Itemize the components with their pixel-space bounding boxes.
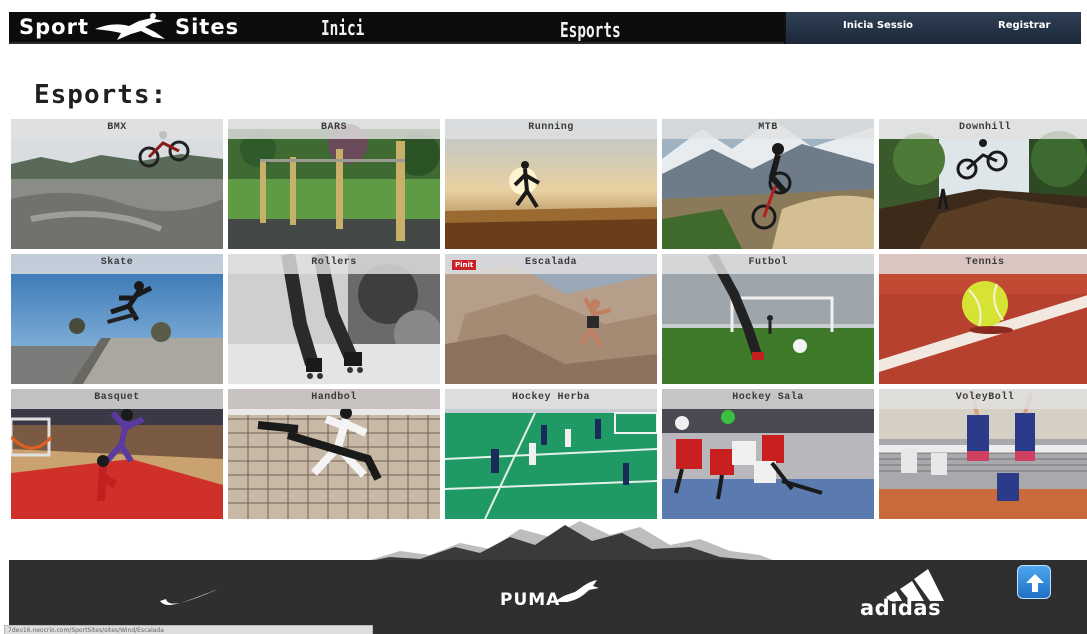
status-bar-url: 7dev16.neocrio.com/SportSites/sites/Wind…	[4, 625, 373, 634]
sport-tile-hockey-sala[interactable]: Hockey Sala	[662, 389, 874, 519]
runner-logo-icon	[94, 13, 165, 40]
puma-cat-icon	[555, 580, 599, 602]
nike-swoosh-icon[interactable]	[158, 585, 220, 607]
tile-label: BARS	[320, 122, 347, 133]
tile-label: Downhill	[958, 122, 1011, 133]
tile-label: Handbol	[311, 392, 357, 403]
tile-label: BMX	[107, 122, 127, 133]
sport-tile-bars[interactable]: BARS	[228, 119, 440, 249]
sport-tile-hockey-herba[interactable]: Hockey Herba	[445, 389, 657, 519]
logo-text-sport: Sport	[19, 15, 89, 39]
tile-label: VoleyBoll	[955, 392, 1015, 403]
tile-label: Escalada	[524, 257, 577, 268]
tile-label: MTB	[758, 122, 778, 133]
tile-label: Rollers	[311, 257, 357, 268]
nav-link-home[interactable]: Inici	[321, 14, 364, 42]
sport-tile-skate[interactable]: Skate	[11, 254, 223, 384]
arrow-up-icon	[1026, 574, 1044, 592]
sport-tile-handbol[interactable]: Handbol	[228, 389, 440, 519]
sport-tile-voleyboll[interactable]: VoleyBoll	[879, 389, 1087, 519]
sport-tile-tennis[interactable]: Tennis	[879, 254, 1087, 384]
sports-grid: BMX BARS Running MTB Downhill Skate Roll…	[11, 119, 1087, 519]
mountain-silhouette	[360, 521, 780, 563]
puma-logo[interactable]: PUMA	[500, 590, 560, 610]
tile-label: Skate	[100, 257, 134, 268]
sport-tile-running[interactable]: Running	[445, 119, 657, 249]
logo-text-sites: Sites	[174, 15, 240, 39]
tile-label: Basquet	[94, 392, 140, 403]
scroll-to-top-button[interactable]	[1017, 565, 1051, 599]
sport-tile-futbol[interactable]: Futbol	[662, 254, 874, 384]
page-title: Esports:	[34, 80, 168, 110]
sport-tile-bmx[interactable]: BMX	[11, 119, 223, 249]
tile-label: Tennis	[965, 257, 1005, 268]
sport-tile-rollers[interactable]: Rollers	[228, 254, 440, 384]
auth-panel: Inicia Sessio Registrar	[784, 12, 1081, 44]
tile-label: Futbol	[748, 257, 788, 268]
login-link[interactable]: Inicia Sessio	[843, 20, 913, 31]
tile-label: Running	[528, 122, 574, 133]
adidas-logo[interactable]: adidas	[860, 596, 941, 620]
tile-label: Hockey Herba	[511, 392, 590, 403]
sport-tile-basquet[interactable]: Basquet	[11, 389, 223, 519]
site-logo[interactable]: Sport Sites	[19, 12, 239, 42]
top-navigation-bar: Sport Sites Inici Esports Inicia Sessio …	[9, 12, 1081, 44]
sport-tile-escalada[interactable]: Pinit Escalada	[445, 254, 657, 384]
nav-link-sports[interactable]: Esports	[560, 16, 621, 44]
sport-tile-mtb[interactable]: MTB	[662, 119, 874, 249]
tile-label: Hockey Sala	[732, 392, 804, 403]
register-link[interactable]: Registrar	[998, 20, 1050, 31]
sport-tile-downhill[interactable]: Downhill	[879, 119, 1087, 249]
